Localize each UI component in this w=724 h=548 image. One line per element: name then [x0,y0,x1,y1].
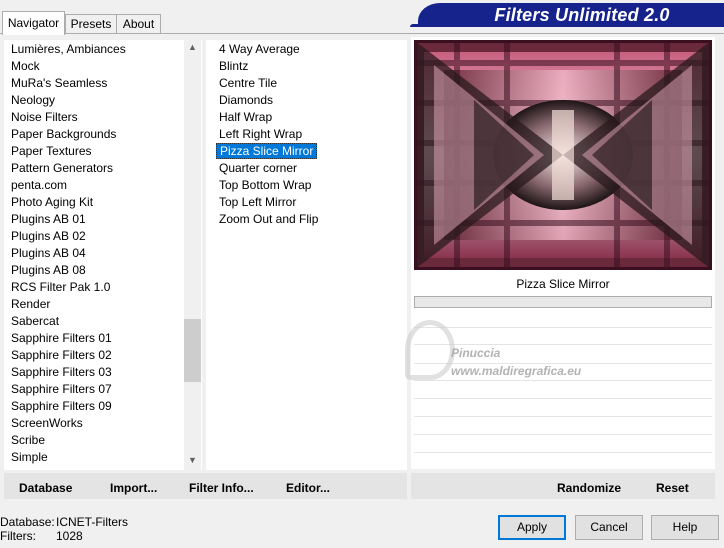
divider [414,452,712,453]
watermark-name: Pinuccia [451,346,501,360]
filter-info-button[interactable]: Filter Info... [189,480,254,496]
filter-item[interactable]: Top Left Mirror [219,194,296,211]
tab-about[interactable]: About [116,14,161,34]
category-item[interactable]: Plugins AB 02 [11,228,86,245]
filter-item[interactable]: Zoom Out and Flip [219,211,318,228]
scrollbar-thumb[interactable] [184,319,201,382]
divider [414,434,712,435]
category-item[interactable]: RCS Filter Pak 1.0 [11,279,110,296]
filter-item[interactable]: Top Bottom Wrap [219,177,311,194]
category-item[interactable]: Sapphire Filters 03 [11,364,112,381]
filter-item[interactable]: Pizza Slice Mirror [216,143,318,160]
preview-image [414,40,712,270]
import-button[interactable]: Import... [110,480,157,496]
tab-presets[interactable]: Presets [65,14,117,34]
category-item[interactable]: Pattern Generators [11,160,113,177]
help-button[interactable]: Help [651,515,719,540]
category-item[interactable]: ScreenWorks [11,415,83,432]
category-scrollbar[interactable]: ▲ ▼ [184,40,201,470]
cancel-button[interactable]: Cancel [575,515,643,540]
filter-item-label: Zoom Out and Flip [219,212,319,226]
filters-label: Filters: [0,529,36,543]
category-item[interactable]: Sapphire Filters 01 [11,330,112,347]
reset-button[interactable]: Reset [656,480,689,496]
divider [414,416,712,417]
filter-item[interactable]: Blintz [219,58,248,75]
filter-item-label: Half Wrap [219,110,273,124]
category-item[interactable]: Sapphire Filters 09 [11,398,112,415]
category-item[interactable]: Simple [11,449,48,466]
filter-item[interactable]: Quarter corner [219,160,297,177]
category-list[interactable]: Lumières, Ambiances Mock MuRa's Seamless Ne… [4,40,202,470]
category-item[interactable]: Sapphire Filters 07 [11,381,112,398]
filter-item-label: Quarter corner [219,161,298,175]
filter-item-label: Diamonds [219,93,274,107]
filter-item[interactable]: Diamonds [219,92,273,109]
divider [414,327,712,328]
banner-title: Filters Unlimited 2.0 [494,5,670,25]
filter-item[interactable]: Centre Tile [219,75,277,92]
filter-item-label: Blintz [219,59,249,73]
category-item[interactable]: Plugins AB 04 [11,245,86,262]
filter-item-label: Centre Tile [219,76,278,90]
preview-caption: Pizza Slice Mirror [516,277,610,291]
apply-button[interactable]: Apply [498,515,566,540]
filter-item[interactable]: 4 Way Average [219,41,300,58]
category-item[interactable]: Sabercat [11,313,59,330]
filter-item-label: 4 Way Average [219,42,300,56]
category-item[interactable]: Lumières, Ambiances [11,41,126,58]
database-value: ICNET-Filters [56,515,128,529]
watermark-url: www.maldiregrafica.eu [451,364,582,378]
watermark-logo [405,320,455,380]
filter-item-label: Top Bottom Wrap [219,178,312,192]
database-label: Database: [0,515,55,529]
divider [414,380,712,381]
category-item[interactable]: MuRa's Seamless [11,75,107,92]
progress-bar [414,296,712,308]
randomize-button[interactable]: Randomize [557,480,621,496]
editor-button[interactable]: Editor... [286,480,330,496]
tab-divider [0,33,724,34]
filter-list[interactable]: 4 Way Average Blintz Centre Tile Diamonds Ha… [206,40,407,470]
filters-count: 1028 [56,529,83,543]
database-button[interactable]: Database [19,480,72,496]
filter-item[interactable]: Half Wrap [219,109,272,126]
tab-navigator[interactable]: Navigator [2,11,65,35]
category-item[interactable]: Neology [11,92,55,109]
category-item[interactable]: Plugins AB 01 [11,211,86,228]
category-item[interactable]: penta.com [11,177,67,194]
category-item[interactable]: Paper Textures [11,143,92,160]
filter-item[interactable]: Left Right Wrap [219,126,302,143]
divider [414,344,712,345]
scroll-up-icon[interactable]: ▲ [184,42,201,52]
category-item[interactable]: Scribe [11,432,45,449]
category-item[interactable]: Photo Aging Kit [11,194,93,211]
category-item[interactable]: Noise Filters [11,109,78,126]
category-item[interactable]: Sapphire Filters 02 [11,347,112,364]
category-item[interactable]: Paper Backgrounds [11,126,116,143]
category-item[interactable]: Plugins AB 08 [11,262,86,279]
filter-item-label: Pizza Slice Mirror [216,143,318,159]
category-item[interactable]: Render [11,296,50,313]
filter-item-label: Top Left Mirror [219,195,297,209]
category-item[interactable]: Mock [11,58,40,75]
divider [414,398,712,399]
scroll-down-icon[interactable]: ▼ [184,455,201,465]
filter-item-label: Left Right Wrap [219,127,303,141]
